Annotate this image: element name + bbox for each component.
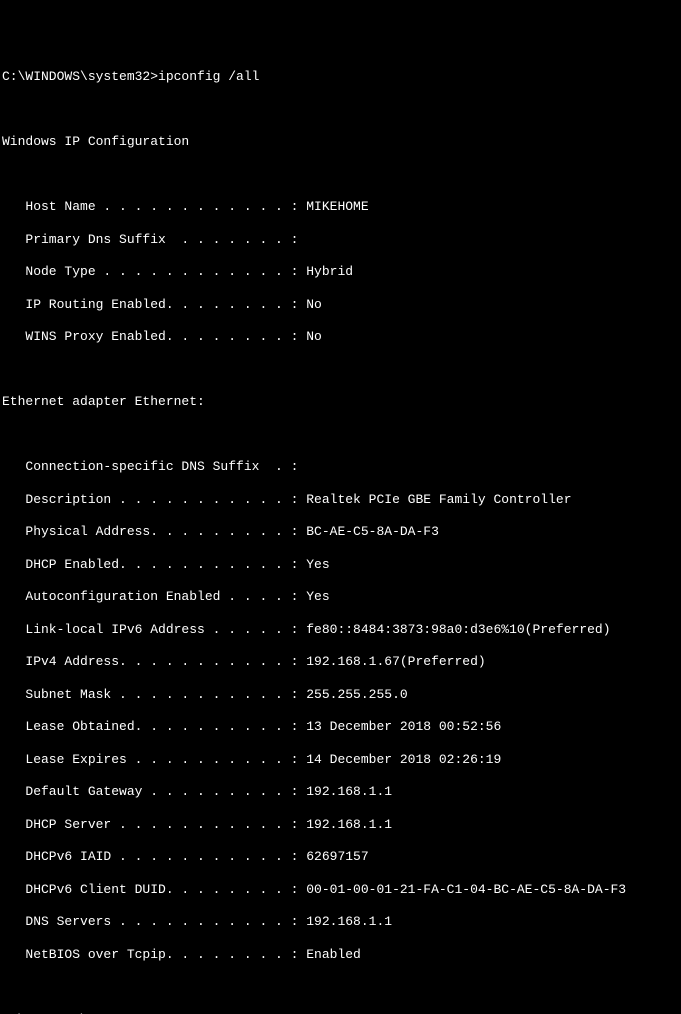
primary-dns-suffix-row: Primary Dns Suffix . . . . . . . : <box>2 232 679 248</box>
ip-routing-label: IP Routing Enabled. . . . . . . . : <box>2 297 306 312</box>
dhcp-enabled-row: DHCP Enabled. . . . . . . . . . . : Yes <box>2 557 679 573</box>
dhcp-server-value: 192.168.1.1 <box>306 817 392 832</box>
prompt-2: C:\WINDOWS\system32> <box>2 1012 158 1014</box>
netbios-label: NetBIOS over Tcpip. . . . . . . . : <box>2 947 306 962</box>
physical-address-label: Physical Address. . . . . . . . . : <box>2 524 306 539</box>
ipv4-address-label: IPv4 Address. . . . . . . . . . . : <box>2 654 306 669</box>
node-type-row: Node Type . . . . . . . . . . . . : Hybr… <box>2 264 679 280</box>
lease-obtained-value: 13 December 2018 00:52:56 <box>306 719 501 734</box>
dhcpv6-duid-value: 00-01-00-01-21-FA-C1-04-BC-AE-C5-8A-DA-F… <box>306 882 626 897</box>
lease-expires-value: 14 December 2018 02:26:19 <box>306 752 501 767</box>
description-label: Description . . . . . . . . . . . : <box>2 492 306 507</box>
host-name-value: MIKEHOME <box>306 199 368 214</box>
dns-servers-value: 192.168.1.1 <box>306 914 392 929</box>
dhcpv6-iaid-row: DHCPv6 IAID . . . . . . . . . . . : 6269… <box>2 849 679 865</box>
conn-suffix-row: Connection-specific DNS Suffix . : <box>2 459 679 475</box>
subnet-mask-row: Subnet Mask . . . . . . . . . . . : 255.… <box>2 687 679 703</box>
physical-address-row: Physical Address. . . . . . . . . : BC-A… <box>2 524 679 540</box>
adapter-header: Ethernet adapter Ethernet: <box>2 394 679 410</box>
description-value: Realtek PCIe GBE Family Controller <box>306 492 571 507</box>
blank-line <box>2 102 679 118</box>
dhcp-enabled-value: Yes <box>306 557 329 572</box>
lease-obtained-row: Lease Obtained. . . . . . . . . . : 13 D… <box>2 719 679 735</box>
netbios-value: Enabled <box>306 947 361 962</box>
blank-line <box>2 362 679 378</box>
dhcp-server-row: DHCP Server . . . . . . . . . . . : 192.… <box>2 817 679 833</box>
blank-line <box>2 979 679 995</box>
dhcp-enabled-label: DHCP Enabled. . . . . . . . . . . : <box>2 557 306 572</box>
dhcpv6-duid-row: DHCPv6 Client DUID. . . . . . . . : 00-0… <box>2 882 679 898</box>
host-name-row: Host Name . . . . . . . . . . . . : MIKE… <box>2 199 679 215</box>
description-row: Description . . . . . . . . . . . : Real… <box>2 492 679 508</box>
host-name-label: Host Name . . . . . . . . . . . . : <box>2 199 306 214</box>
default-gateway-row: Default Gateway . . . . . . . . . : 192.… <box>2 784 679 800</box>
subnet-mask-label: Subnet Mask . . . . . . . . . . . : <box>2 687 306 702</box>
prompt-1: C:\WINDOWS\system32> <box>2 69 158 84</box>
netbios-row: NetBIOS over Tcpip. . . . . . . . : Enab… <box>2 947 679 963</box>
lease-expires-label: Lease Expires . . . . . . . . . . : <box>2 752 306 767</box>
autoconf-label: Autoconfiguration Enabled . . . . : <box>2 589 306 604</box>
dhcpv6-iaid-value: 62697157 <box>306 849 368 864</box>
dns-servers-label: DNS Servers . . . . . . . . . . . : <box>2 914 306 929</box>
ip-routing-row: IP Routing Enabled. . . . . . . . : No <box>2 297 679 313</box>
conn-suffix-label: Connection-specific DNS Suffix . : <box>2 459 298 474</box>
wins-proxy-value: No <box>306 329 322 344</box>
node-type-label: Node Type . . . . . . . . . . . . : <box>2 264 306 279</box>
prompt-line-2[interactable]: C:\WINDOWS\system32> <box>2 1012 679 1014</box>
autoconf-row: Autoconfiguration Enabled . . . . : Yes <box>2 589 679 605</box>
ip-routing-value: No <box>306 297 322 312</box>
default-gateway-value: 192.168.1.1 <box>306 784 392 799</box>
autoconf-value: Yes <box>306 589 329 604</box>
dhcp-server-label: DHCP Server . . . . . . . . . . . : <box>2 817 306 832</box>
ipv4-address-value: 192.168.1.67(Preferred) <box>306 654 485 669</box>
linklocal-ipv6-label: Link-local IPv6 Address . . . . . : <box>2 622 306 637</box>
dns-servers-row: DNS Servers . . . . . . . . . . . : 192.… <box>2 914 679 930</box>
primary-dns-suffix-label: Primary Dns Suffix . . . . . . . : <box>2 232 298 247</box>
ipv4-address-row: IPv4 Address. . . . . . . . . . . : 192.… <box>2 654 679 670</box>
wins-proxy-row: WINS Proxy Enabled. . . . . . . . : No <box>2 329 679 345</box>
blank-line <box>2 167 679 183</box>
node-type-value: Hybrid <box>306 264 353 279</box>
linklocal-ipv6-value: fe80::8484:3873:98a0:d3e6%10(Preferred) <box>306 622 610 637</box>
config-header: Windows IP Configuration <box>2 134 679 150</box>
blank-line <box>2 427 679 443</box>
default-gateway-label: Default Gateway . . . . . . . . . : <box>2 784 306 799</box>
dhcpv6-iaid-label: DHCPv6 IAID . . . . . . . . . . . : <box>2 849 306 864</box>
wins-proxy-label: WINS Proxy Enabled. . . . . . . . : <box>2 329 306 344</box>
dhcpv6-duid-label: DHCPv6 Client DUID. . . . . . . . : <box>2 882 306 897</box>
linklocal-ipv6-row: Link-local IPv6 Address . . . . . : fe80… <box>2 622 679 638</box>
lease-expires-row: Lease Expires . . . . . . . . . . : 14 D… <box>2 752 679 768</box>
prompt-line-1: C:\WINDOWS\system32>ipconfig /all <box>2 69 679 85</box>
subnet-mask-value: 255.255.255.0 <box>306 687 407 702</box>
lease-obtained-label: Lease Obtained. . . . . . . . . . : <box>2 719 306 734</box>
command-text: ipconfig /all <box>158 69 259 84</box>
physical-address-value: BC-AE-C5-8A-DA-F3 <box>306 524 439 539</box>
